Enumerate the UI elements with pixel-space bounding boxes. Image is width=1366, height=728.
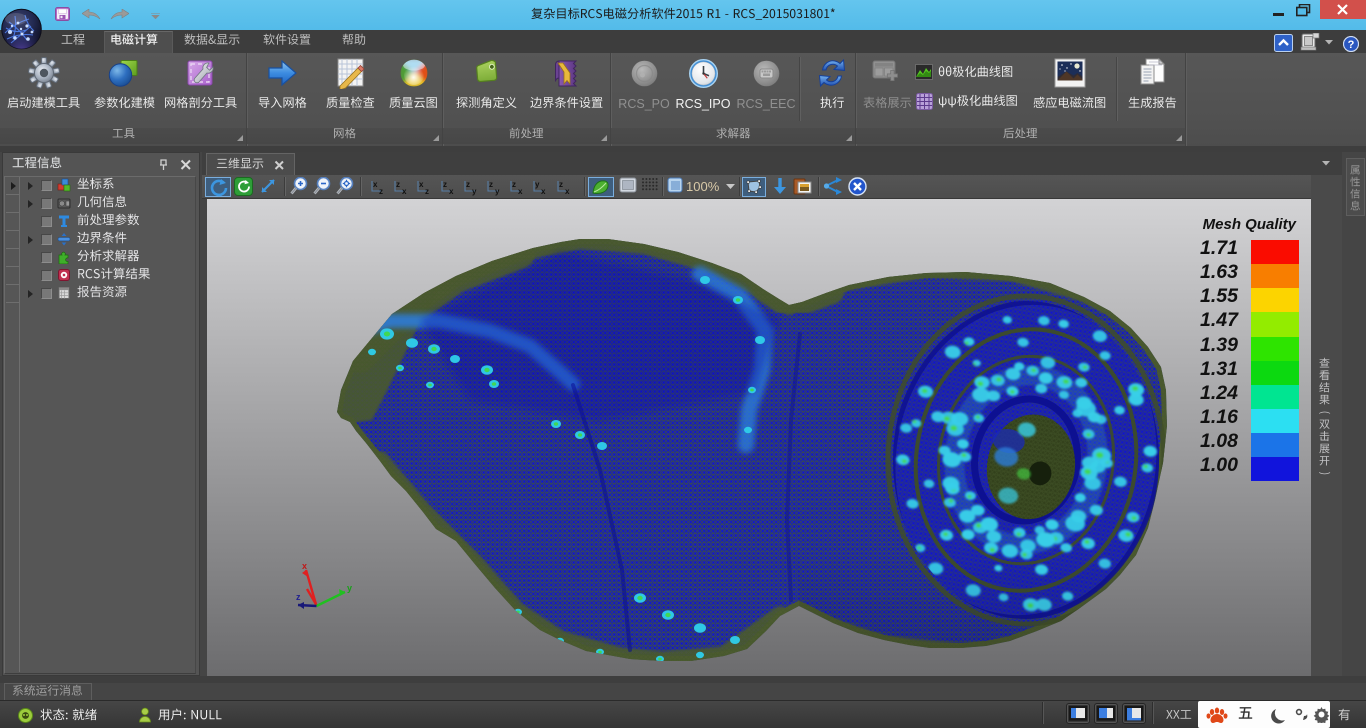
svg-text:x: x (419, 180, 424, 189)
svg-text:x: x (565, 187, 570, 196)
svg-text:z: z (559, 180, 563, 189)
svg-text:z: z (489, 180, 493, 189)
svg-text:?: ? (1348, 39, 1355, 51)
svg-text:z: z (296, 592, 301, 602)
svg-text:z: z (512, 180, 516, 189)
svg-text:x: x (449, 187, 454, 196)
svg-text:y: y (472, 187, 477, 196)
svg-text:z: z (425, 187, 429, 196)
svg-text:y: y (535, 180, 540, 189)
svg-text:x: x (302, 561, 307, 571)
svg-text:y: y (495, 187, 500, 196)
svg-text:x: x (402, 187, 407, 196)
svg-text:z: z (466, 180, 470, 189)
svg-text:x: x (373, 180, 378, 189)
svg-text:y: y (347, 583, 352, 593)
svg-text:x: x (541, 187, 546, 196)
svg-text:z: z (379, 187, 383, 196)
svg-text:x: x (518, 187, 523, 196)
svg-text:z: z (396, 180, 400, 189)
svg-text:z: z (443, 180, 447, 189)
